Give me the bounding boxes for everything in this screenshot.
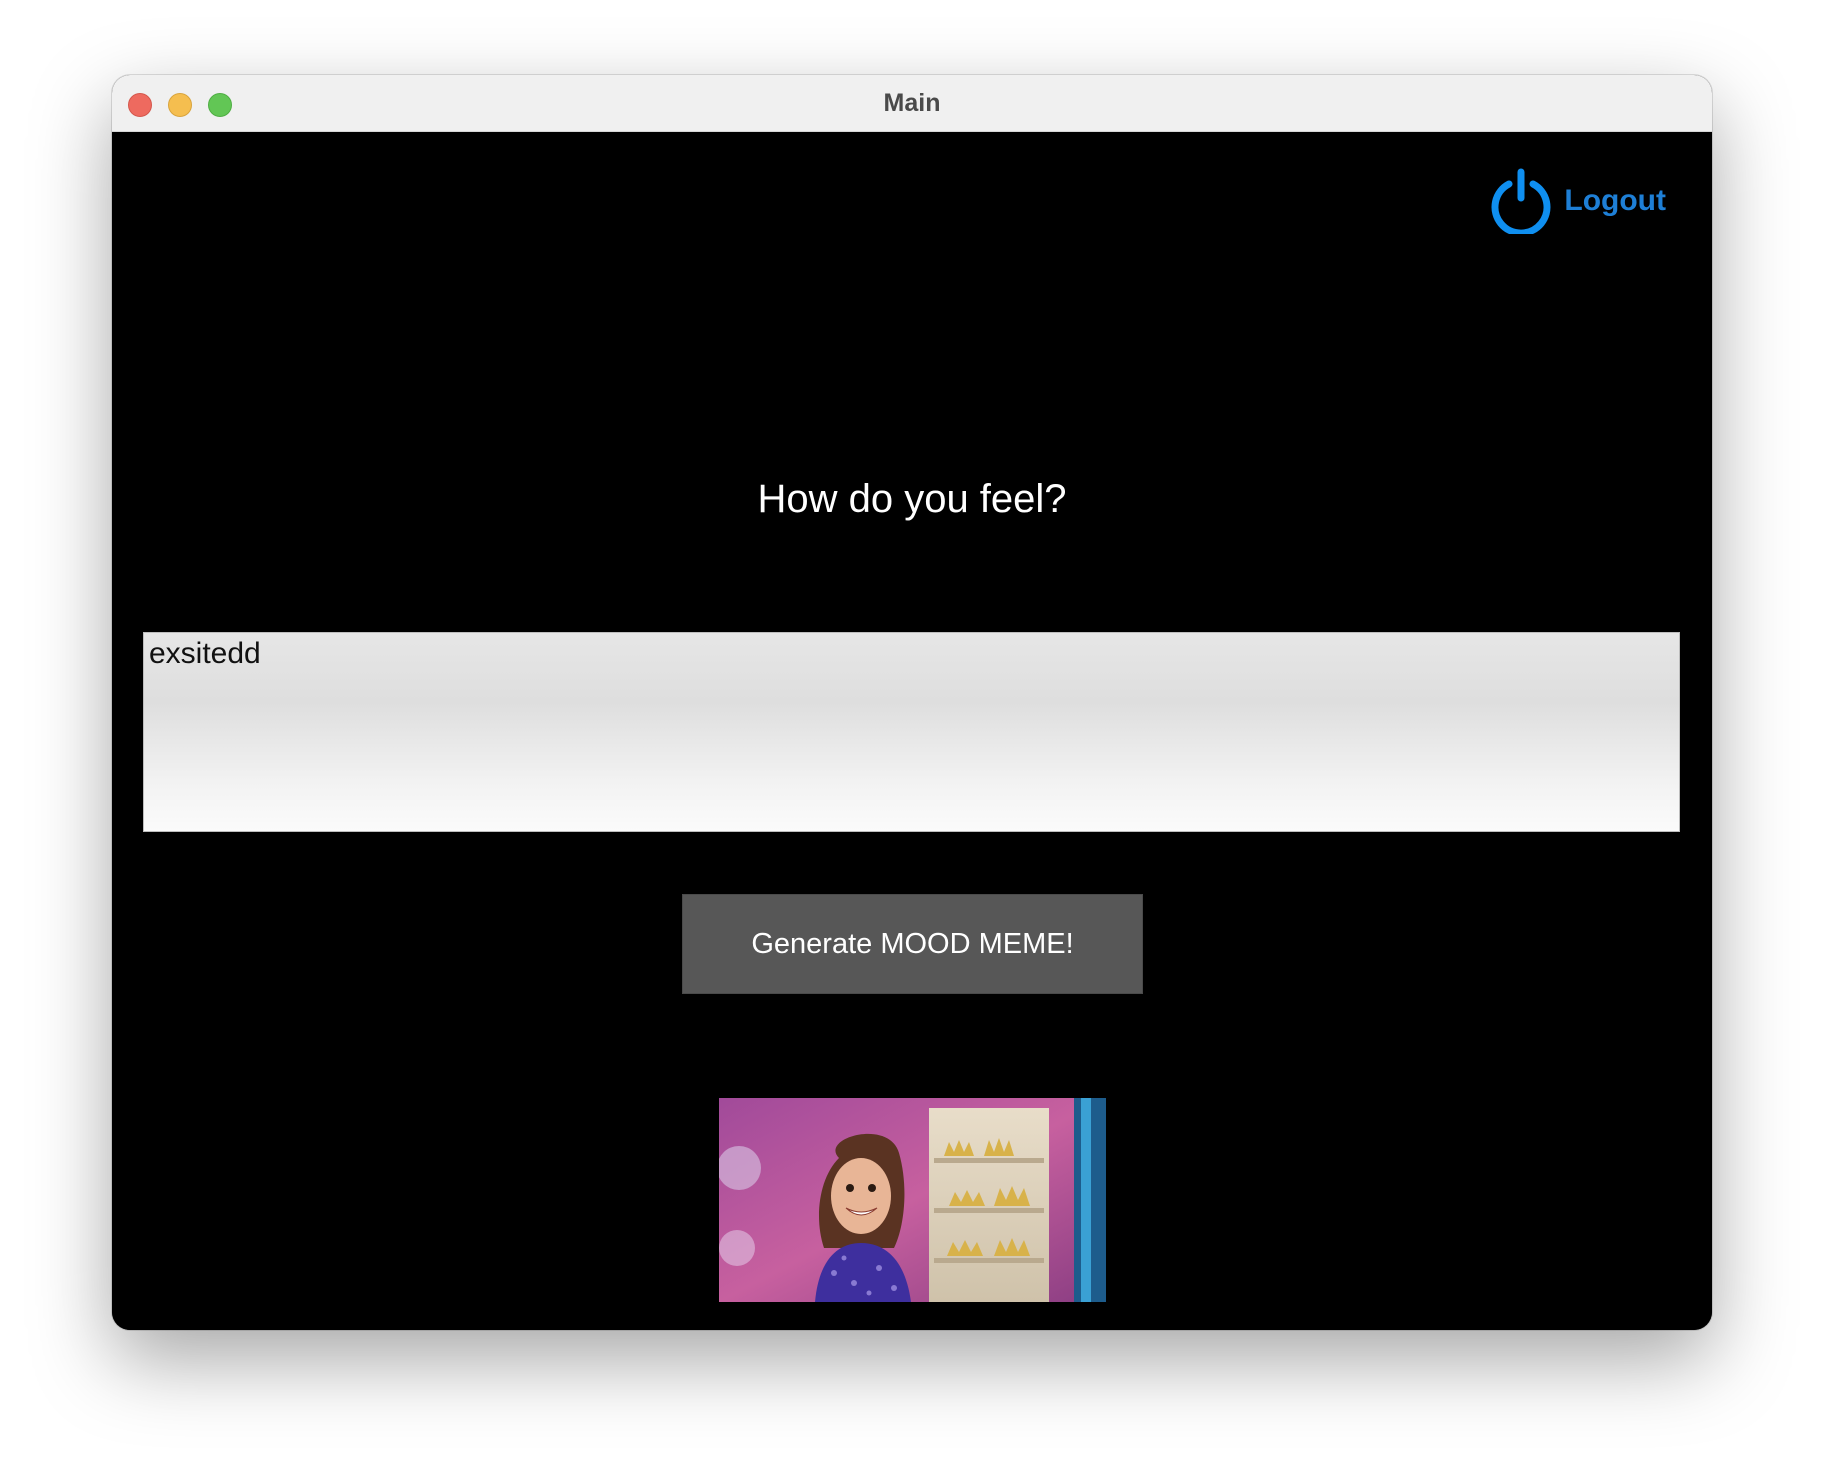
app-window: Main Logout How do you feel? exsitedd Ge… bbox=[112, 75, 1712, 1330]
mood-input[interactable]: exsitedd bbox=[143, 632, 1680, 832]
meme-image bbox=[719, 1098, 1106, 1302]
main-content: Logout How do you feel? exsitedd Generat… bbox=[112, 132, 1712, 1330]
window-title: Main bbox=[883, 89, 941, 117]
mood-question: How do you feel? bbox=[757, 477, 1067, 521]
logout-label: Logout bbox=[1564, 184, 1666, 217]
power-icon bbox=[1488, 168, 1554, 234]
logout-button[interactable]: Logout bbox=[1488, 168, 1666, 234]
title-bar: Main bbox=[112, 75, 1712, 132]
generate-meme-button[interactable]: Generate MOOD MEME! bbox=[682, 894, 1143, 994]
